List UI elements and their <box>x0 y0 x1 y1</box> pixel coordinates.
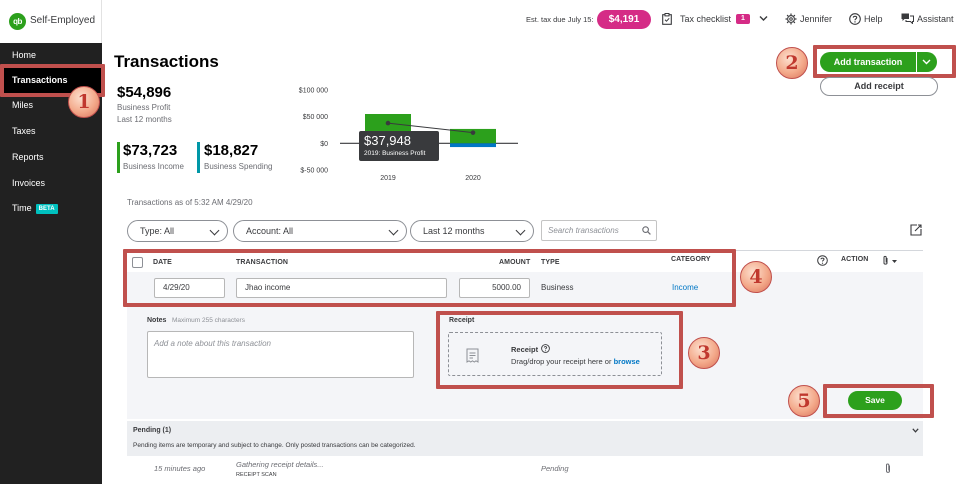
app-name: Self-Employed <box>30 15 96 26</box>
type-filter[interactable]: Type: All <box>127 220 228 242</box>
tooltip-label: 2019: Business Profit <box>364 150 426 157</box>
export-icon[interactable] <box>910 224 922 236</box>
pending-description: Pending items are temporary and subject … <box>133 442 416 449</box>
est-tax-badge[interactable]: $4,191 <box>597 10 651 29</box>
callout-1: 1 <box>68 86 100 118</box>
tooltip-value: $37,948 <box>364 133 411 148</box>
gear-icon[interactable] <box>785 13 797 25</box>
app-brand[interactable]: qb Self-Employed <box>0 0 102 43</box>
chevron-down-icon <box>922 59 931 65</box>
type-filter-label: Type: All <box>140 226 175 236</box>
account-filter-label: Account: All <box>246 226 294 236</box>
account-filter[interactable]: Account: All <box>233 220 407 242</box>
page-title: Transactions <box>114 52 219 71</box>
period-filter[interactable]: Last 12 months <box>410 220 534 242</box>
chat-icon[interactable] <box>901 13 914 24</box>
chart-tooltip: $37,948 2019: Business Profit <box>359 131 439 161</box>
pending-section: Pending (1) Pending items are temporary … <box>127 421 923 456</box>
chevron-down-icon <box>209 225 220 236</box>
search-placeholder: Search transactions <box>548 226 619 235</box>
y-tick-label: $50 000 <box>303 114 328 121</box>
sidebar-item-invoices[interactable]: Invoices <box>0 171 102 196</box>
beta-badge: BETA <box>35 204 58 214</box>
highlight-box-5 <box>823 384 934 418</box>
sidebar-item-taxes[interactable]: Taxes <box>0 119 102 144</box>
notes-label: Notes <box>147 317 167 324</box>
period-filter-label: Last 12 months <box>423 226 485 236</box>
as-of-label: Transactions as of 5:32 AM 4/29/20 <box>127 198 253 207</box>
tax-checklist-count: 1 <box>736 14 750 24</box>
profit-label: Business Profit <box>117 103 171 112</box>
notes-textarea[interactable]: Add a note about this transaction <box>147 331 414 378</box>
quickbooks-logo-icon: qb <box>9 13 26 30</box>
callout-5: 5 <box>788 385 820 417</box>
assistant-link[interactable]: Assistant <box>917 14 954 24</box>
chevron-down-icon <box>515 225 526 236</box>
sidebar-item-time[interactable]: Time BETA <box>0 196 102 221</box>
profit-value: $54,896 <box>117 84 172 101</box>
sidebar-item-label: Time <box>12 203 32 213</box>
highlight-box-3 <box>436 311 683 389</box>
chevron-down-icon[interactable] <box>759 15 768 22</box>
spending-value: $18,827 <box>204 142 259 159</box>
search-input[interactable]: Search transactions <box>541 220 657 241</box>
callout-3: 3 <box>688 337 720 369</box>
add-transaction-button[interactable]: Add transaction <box>820 52 916 72</box>
list-item[interactable]: 15 minutes ago Gathering receipt details… <box>127 456 923 484</box>
attachment-icon[interactable] <box>885 463 892 474</box>
income-color-bar <box>117 142 120 173</box>
highlight-box-4 <box>123 249 736 307</box>
add-transaction-menu-button[interactable] <box>917 52 937 72</box>
chart-bar[interactable] <box>450 143 496 148</box>
income-value: $73,723 <box>123 142 178 159</box>
pending-detail: Gathering receipt details... <box>236 460 324 469</box>
callout-2: 2 <box>776 47 808 79</box>
help-link[interactable]: Help <box>864 14 883 24</box>
callout-4: 4 <box>740 261 772 293</box>
x-tick-label: 2019 <box>380 175 396 182</box>
income-label: Business Income <box>123 162 184 171</box>
pending-title: Pending (1) <box>133 427 172 434</box>
profit-point[interactable] <box>470 130 476 135</box>
chevron-down-icon[interactable] <box>912 428 919 433</box>
notes-placeholder: Add a note about this transaction <box>154 339 271 348</box>
help-icon[interactable] <box>849 13 861 25</box>
period-label: Last 12 months <box>117 115 172 124</box>
pending-subdetail: RECEIPT SCAN <box>236 472 277 478</box>
add-receipt-button[interactable]: Add receipt <box>820 77 938 96</box>
y-tick-label: $0 <box>320 141 328 148</box>
pending-status: Pending <box>541 464 569 473</box>
tax-checklist-link[interactable]: Tax checklist <box>680 14 731 24</box>
y-tick-label: $-50 000 <box>300 168 328 175</box>
notes-hint: Maximum 255 characters <box>172 317 245 324</box>
search-icon <box>642 226 651 235</box>
chevron-down-icon <box>388 225 399 236</box>
clipboard-icon <box>662 13 672 25</box>
help-icon[interactable] <box>817 255 828 266</box>
x-tick-label: 2020 <box>465 175 481 182</box>
est-tax-label: Est. tax due July 15: <box>526 15 594 24</box>
spending-label: Business Spending <box>204 162 273 171</box>
sidebar-item-reports[interactable]: Reports <box>0 145 102 170</box>
y-tick-label: $100 000 <box>299 88 328 95</box>
profit-point[interactable] <box>385 120 391 126</box>
attachment-filter-icon[interactable] <box>882 255 898 266</box>
user-menu[interactable]: Jennifer <box>800 14 832 24</box>
pending-time: 15 minutes ago <box>154 464 206 473</box>
action-column-header: ACTION <box>841 256 869 263</box>
spending-color-bar <box>197 142 200 173</box>
